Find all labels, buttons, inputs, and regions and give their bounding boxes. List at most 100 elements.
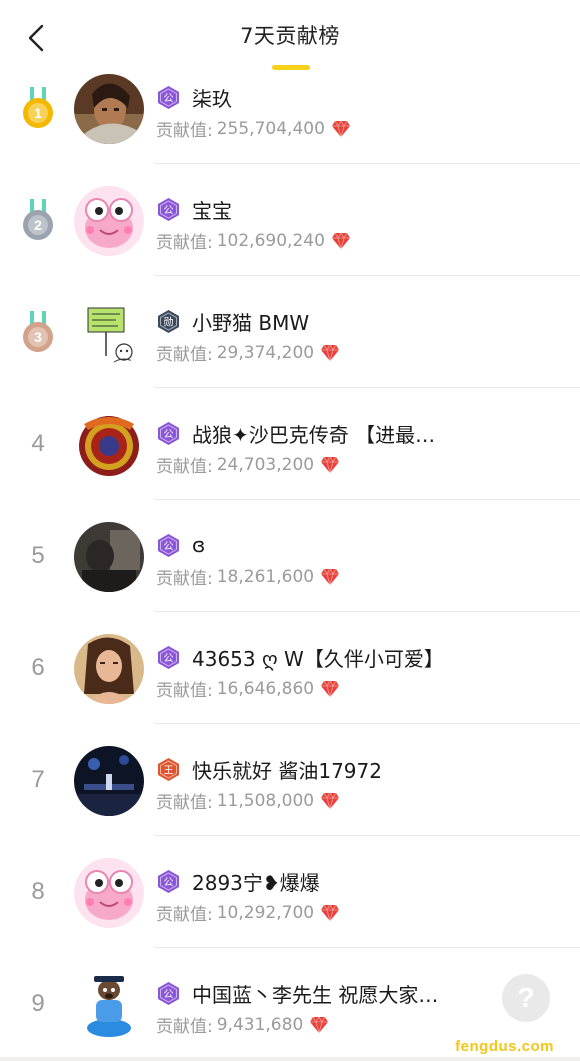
ranking-row[interactable]: 4 公 战狼✦沙巴克传奇 【进最… 贡献值: 24,703,200: [0, 388, 580, 500]
avatar[interactable]: [74, 186, 144, 256]
ranking-row[interactable]: 8 公 2893宁❥爆爆贡献值: 10,292,700: [0, 836, 580, 948]
svg-text:公: 公: [164, 205, 174, 216]
level-badge-icon: 公: [156, 645, 181, 670]
score-line: 贡献值: 102,690,240: [156, 228, 560, 253]
ranking-row[interactable]: 2 公 宝宝贡献值: 102,690,240: [0, 164, 580, 276]
svg-text:公: 公: [164, 653, 174, 664]
user-info: 公 柒玖贡献值: 255,704,400: [156, 82, 560, 141]
svg-text:王: 王: [164, 765, 174, 776]
svg-text:公: 公: [164, 989, 174, 1000]
avatar[interactable]: [74, 634, 144, 704]
name-line: 公 战狼✦沙巴克传奇 【进最…: [156, 418, 560, 448]
level-badge-icon: 勋: [156, 309, 181, 334]
ranking-row[interactable]: 7 王 快乐就好 酱油17972 贡献值: 11,508,000: [0, 724, 580, 836]
ranking-row[interactable]: 1 公 柒玖贡献值: 255,704,400: [0, 52, 580, 164]
level-badge-icon: 王: [156, 757, 181, 782]
red-diamond-icon: [321, 791, 340, 810]
avatar[interactable]: [74, 522, 144, 592]
score-line: 贡献值: 18,261,600: [156, 564, 560, 589]
red-diamond-icon: [321, 343, 340, 362]
page-title: 7天贡献榜: [240, 24, 340, 48]
avatar[interactable]: [74, 746, 144, 816]
silver-medal-icon: 2: [10, 164, 66, 276]
user-info: 公 2893宁❥爆爆贡献值: 10,292,700: [156, 866, 560, 925]
score-label: 贡献值:: [156, 681, 213, 701]
score-label: 贡献值:: [156, 1017, 213, 1037]
svg-text:1: 1: [34, 105, 42, 121]
user-info: 公 中国蓝丶李先生 祝愿大家… 贡献值: 9,431,680: [156, 978, 560, 1037]
score-line: 贡献值: 255,704,400: [156, 116, 560, 141]
rank-column: 9: [10, 948, 66, 1060]
rank-number: 8: [31, 878, 45, 905]
avatar[interactable]: [74, 410, 144, 480]
level-badge-icon: 公: [156, 421, 181, 446]
ranking-row[interactable]: 6 公 43653 ღ W【久伴小可爱】贡献值: 16,646,860: [0, 612, 580, 724]
score-line: 贡献值: 11,508,000: [156, 788, 560, 813]
score-label: 贡献值:: [156, 793, 213, 813]
avatar[interactable]: [74, 74, 144, 144]
user-name[interactable]: 43653 ღ W【久伴小可爱】: [192, 643, 444, 672]
ranking-row[interactable]: 5 公 ɞ 贡献值: 18,261,600: [0, 500, 580, 612]
bottom-strip: [0, 1057, 580, 1061]
user-info: 王 快乐就好 酱油17972 贡献值: 11,508,000: [156, 754, 560, 813]
name-line: 勋 小野猫 BMW: [156, 306, 560, 336]
svg-text:勋: 勋: [164, 315, 174, 328]
user-name[interactable]: 中国蓝丶李先生 祝愿大家…: [192, 979, 438, 1008]
user-info: 公 宝宝贡献值: 102,690,240: [156, 194, 560, 253]
score-label: 贡献值:: [156, 345, 213, 365]
avatar[interactable]: [74, 298, 144, 368]
level-badge-icon: 公: [156, 869, 181, 894]
name-line: 公 柒玖: [156, 82, 560, 112]
score-label: 贡献值:: [156, 905, 213, 925]
user-name[interactable]: 柒玖: [192, 83, 232, 112]
user-name[interactable]: 宝宝: [192, 195, 232, 224]
score-line: 贡献值: 16,646,860: [156, 676, 560, 701]
rank-column: 4: [10, 388, 66, 500]
help-icon: ?: [517, 982, 535, 1013]
avatar[interactable]: [74, 970, 144, 1040]
svg-text:公: 公: [164, 429, 174, 440]
score-label: 贡献值:: [156, 569, 213, 589]
rank-column: 6: [10, 612, 66, 724]
user-info: 勋 小野猫 BMW 贡献值: 29,374,200: [156, 306, 560, 365]
red-diamond-icon: [331, 231, 350, 250]
score-label: 贡献值:: [156, 457, 213, 477]
user-name[interactable]: 小野猫 BMW: [192, 307, 309, 336]
score-line: 贡献值: 29,374,200: [156, 340, 560, 365]
user-name[interactable]: 战狼✦沙巴克传奇 【进最…: [192, 419, 435, 448]
ranking-row[interactable]: 3 勋 小野猫 BMW 贡献值: 29,374,200: [0, 276, 580, 388]
level-badge-icon: 公: [156, 85, 181, 110]
user-info: 公 43653 ღ W【久伴小可爱】贡献值: 16,646,860: [156, 642, 560, 701]
name-line: 公 43653 ღ W【久伴小可爱】: [156, 642, 560, 672]
score-line: 贡献值: 10,292,700: [156, 900, 560, 925]
ranking-list: 1 公柒玖 贡献值: 255,704,400 2 公宝宝 贡献值: 102,690,240 3 勋…: [0, 52, 580, 1060]
score-value: 9,431,680: [216, 1014, 304, 1035]
user-name[interactable]: 2893宁❥爆爆: [192, 867, 320, 896]
red-diamond-icon: [321, 903, 340, 922]
level-badge-icon: 公: [156, 981, 181, 1006]
rank-column: 7: [10, 724, 66, 836]
svg-text:公: 公: [164, 541, 174, 552]
user-name[interactable]: ɞ: [192, 533, 205, 557]
gold-medal-icon: 1: [10, 52, 66, 164]
name-line: 公 2893宁❥爆爆: [156, 866, 560, 896]
score-value: 29,374,200: [216, 342, 315, 363]
rank-column: 5: [10, 500, 66, 612]
level-badge-icon: 公: [156, 533, 181, 558]
rank-number: 7: [31, 766, 45, 793]
name-line: 公 中国蓝丶李先生 祝愿大家…: [156, 978, 560, 1008]
rank-number: 4: [31, 430, 45, 457]
help-button[interactable]: ?: [502, 974, 550, 1022]
level-badge-icon: 公: [156, 197, 181, 222]
red-diamond-icon: [321, 679, 340, 698]
name-line: 公 宝宝: [156, 194, 560, 224]
svg-text:公: 公: [164, 93, 174, 104]
avatar[interactable]: [74, 858, 144, 928]
score-line: 贡献值: 24,703,200: [156, 452, 560, 477]
red-diamond-icon: [321, 455, 340, 474]
user-name[interactable]: 快乐就好 酱油17972: [192, 755, 382, 784]
score-value: 24,703,200: [216, 454, 315, 475]
score-value: 10,292,700: [216, 902, 315, 923]
svg-text:公: 公: [164, 877, 174, 888]
rank-number: 5: [31, 542, 45, 569]
